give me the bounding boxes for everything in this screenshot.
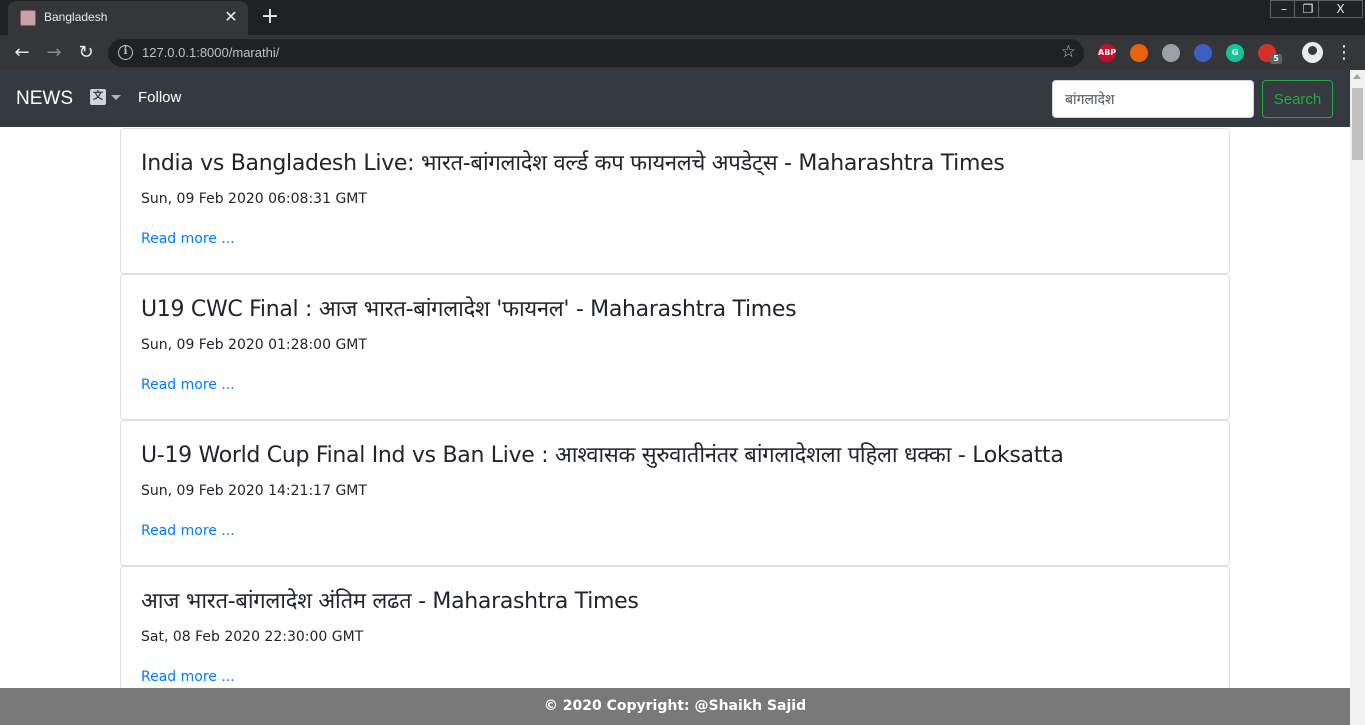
news-card: U-19 World Cup Final Ind vs Ban Live : आ…	[120, 420, 1230, 566]
article-title: U19 CWC Final : आज भारत-बांगलादेश 'फायनल…	[141, 297, 797, 322]
article-title: India vs Bangladesh Live: भारत-बांगलादेश…	[141, 151, 1005, 176]
copyright-text: © 2020 Copyright: @Shaikh Sajid	[543, 698, 807, 714]
browser-toolbar: ← → ↻ i 127.0.0.1:8000/marathi/ ☆ ABP G 5 …	[0, 35, 1365, 70]
tab-close-icon[interactable]: ✕	[222, 8, 240, 26]
tab-strip: Bangladesh ✕ + – ❐ X	[0, 0, 1365, 35]
language-icon[interactable]: 文	[90, 89, 106, 105]
profile-avatar-icon[interactable]	[1302, 42, 1323, 63]
site-navbar: NEWS 文 Follow Search	[0, 70, 1350, 127]
news-card: U19 CWC Final : आज भारत-बांगलादेश 'फायनल…	[120, 274, 1230, 420]
read-more-link[interactable]: Read more ...	[141, 231, 235, 247]
article-date: Sat, 08 Feb 2020 22:30:00 GMT	[141, 629, 364, 645]
read-more-link[interactable]: Read more ...	[141, 377, 235, 393]
camera-icon[interactable]	[1162, 44, 1180, 62]
reload-icon[interactable]: ↻	[74, 41, 98, 65]
forward-arrow-icon[interactable]: →	[42, 41, 66, 65]
site-info-icon[interactable]: i	[118, 45, 133, 60]
follow-link[interactable]: Follow	[138, 89, 181, 106]
chevron-down-icon[interactable]	[111, 95, 121, 100]
grammarly-icon[interactable]: G	[1226, 44, 1244, 62]
article-date: Sun, 09 Feb 2020 14:21:17 GMT	[141, 483, 367, 499]
article-date: Sun, 09 Feb 2020 01:28:00 GMT	[141, 337, 367, 353]
article-date: Sun, 09 Feb 2020 06:08:31 GMT	[141, 191, 367, 207]
news-card: India vs Bangladesh Live: भारत-बांगलादेश…	[120, 128, 1230, 274]
news-card: आज भारत-बांगलादेश अंतिम लढत - Maharashtr…	[120, 566, 1230, 688]
news-feed: India vs Bangladesh Live: भारत-बांगलादेश…	[120, 128, 1230, 688]
brand-logo[interactable]: NEWS	[16, 88, 73, 110]
mail-icon[interactable]: 5	[1258, 44, 1282, 64]
scroll-up-arrow-icon[interactable]	[1353, 74, 1361, 79]
extension-badge: 5	[1270, 54, 1282, 64]
menu-kebab-icon[interactable]: ⋮	[1335, 41, 1353, 65]
new-tab-button[interactable]: +	[258, 6, 282, 30]
read-more-link[interactable]: Read more ...	[141, 669, 235, 685]
tab-title: Bangladesh	[44, 10, 108, 24]
page-footer: © 2020 Copyright: @Shaikh Sajid	[0, 688, 1350, 725]
page-scrollbar[interactable]	[1350, 70, 1365, 725]
address-bar[interactable]: i 127.0.0.1:8000/marathi/ ☆	[108, 39, 1084, 67]
article-title: U-19 World Cup Final Ind vs Ban Live : आ…	[141, 443, 1064, 468]
adblock-plus-icon[interactable]: ABP	[1098, 44, 1116, 62]
read-more-link[interactable]: Read more ...	[141, 523, 235, 539]
honey-icon[interactable]	[1130, 44, 1148, 62]
article-title: आज भारत-बांगलादेश अंतिम लढत - Maharashtr…	[141, 589, 639, 614]
url-text[interactable]: 127.0.0.1:8000/marathi/	[142, 45, 279, 60]
screen-icon[interactable]	[1194, 44, 1212, 62]
search-button[interactable]: Search	[1262, 80, 1333, 118]
favicon-icon	[20, 10, 36, 26]
close-window-button[interactable]: X	[1318, 0, 1363, 18]
browser-tab[interactable]: Bangladesh ✕	[8, 1, 248, 35]
bookmark-star-icon[interactable]: ☆	[1061, 42, 1076, 62]
back-arrow-icon[interactable]: ←	[10, 41, 34, 65]
search-input[interactable]	[1052, 80, 1254, 118]
scrollbar-thumb[interactable]	[1352, 88, 1363, 160]
